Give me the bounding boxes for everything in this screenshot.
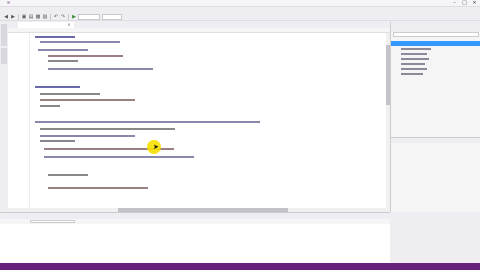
output-source-dropdown[interactable]	[30, 220, 75, 223]
solution-search-input[interactable]	[393, 32, 479, 37]
title-bar: ∞ – □ ×	[0, 0, 480, 7]
toolbar: ◀ ▶ ▣ ▤ ▩ ▧ ↶ ↷ ▶	[0, 13, 480, 21]
properties-panel	[390, 137, 480, 212]
properties-title	[391, 138, 480, 143]
save-all-icon[interactable]: ▧	[42, 14, 48, 20]
tree-item[interactable]	[401, 53, 427, 55]
output-panel	[0, 212, 390, 263]
code-editor[interactable]: ➤	[8, 33, 386, 208]
left-tool-strip	[0, 22, 8, 212]
close-icon[interactable]: ×	[470, 0, 479, 7]
show-output-from-bar	[0, 219, 390, 224]
toolbox-tab[interactable]	[1, 48, 7, 64]
solution-tree	[391, 38, 480, 88]
toolbar-separator	[68, 14, 69, 20]
toolbar-separator	[50, 14, 51, 20]
toolbar-separator	[18, 14, 19, 20]
platform-dropdown[interactable]	[102, 14, 122, 20]
tree-item-selected[interactable]	[391, 41, 480, 46]
status-bar	[0, 263, 480, 270]
code-lines	[8, 33, 386, 208]
tree-item[interactable]	[401, 68, 427, 70]
undo-icon[interactable]: ↶	[53, 14, 59, 20]
save-icon[interactable]: ▩	[35, 14, 41, 20]
minimize-icon[interactable]: –	[450, 0, 459, 7]
tree-item[interactable]	[401, 58, 429, 60]
solution-explorer-panel	[390, 22, 480, 137]
tree-item[interactable]	[401, 73, 423, 75]
redo-icon[interactable]: ↷	[60, 14, 66, 20]
tree-item[interactable]	[401, 63, 425, 65]
configuration-dropdown[interactable]	[78, 14, 100, 20]
maximize-icon[interactable]: □	[460, 0, 469, 7]
start-debugging-icon[interactable]: ▶	[71, 14, 77, 20]
visual-studio-logo-icon: ∞	[6, 0, 11, 6]
mouse-pointer-icon: ➤	[153, 143, 159, 151]
tree-item[interactable]	[401, 48, 431, 50]
new-project-icon[interactable]: ▣	[21, 14, 27, 20]
back-icon[interactable]: ◀	[3, 14, 9, 20]
forward-icon[interactable]: ▶	[10, 14, 16, 20]
server-explorer-tab[interactable]	[1, 24, 7, 46]
open-file-icon[interactable]: ▤	[28, 14, 34, 20]
